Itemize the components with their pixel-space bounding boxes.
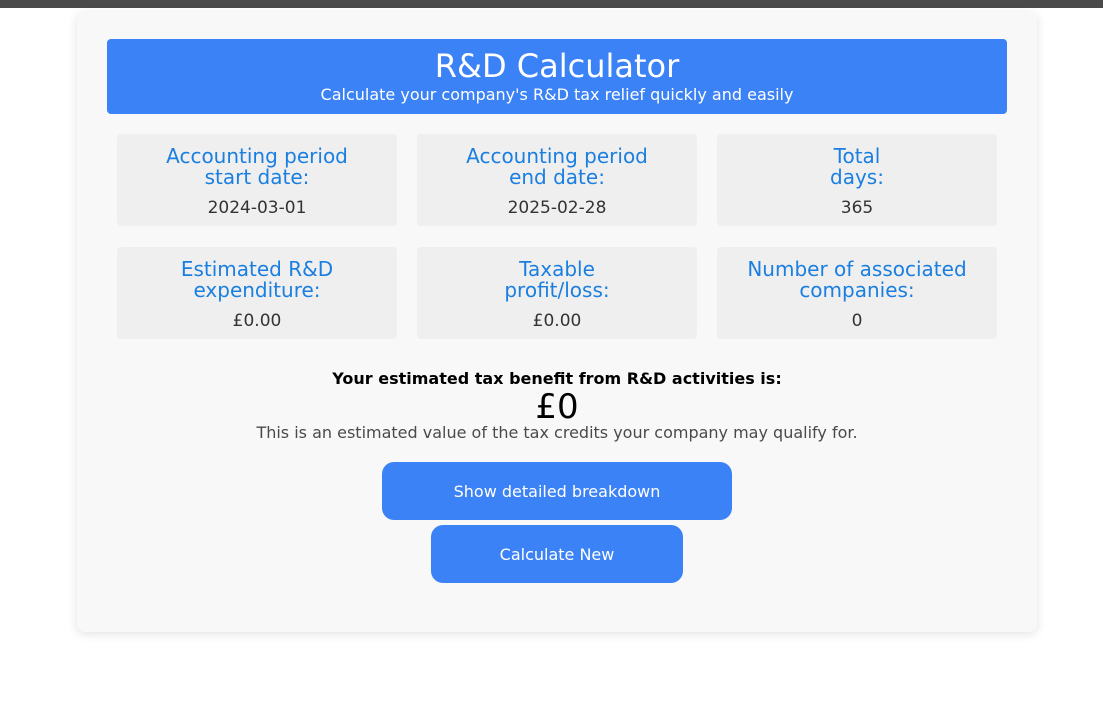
associated-companies-label: Number of associated companies:	[747, 257, 967, 302]
result-heading: Your estimated tax benefit from R&D acti…	[332, 369, 782, 388]
total-days-box: Total days: 365	[717, 134, 997, 226]
page-subtitle: Calculate your company's R&D tax relief …	[320, 85, 794, 104]
calculator-header: R&D Calculator Calculate your company's …	[107, 39, 1007, 114]
calculator-card: R&D Calculator Calculate your company's …	[77, 12, 1037, 632]
browser-top-strip	[0, 0, 1103, 8]
total-days-value: 365	[840, 198, 874, 218]
rd-expenditure-value: £0.00	[232, 311, 282, 331]
associated-companies-value: 0	[851, 311, 863, 331]
result-note: This is an estimated value of the tax cr…	[256, 423, 858, 442]
taxable-profit-box: Taxable profit/loss: £0.00	[417, 247, 697, 339]
taxable-profit-value: £0.00	[532, 311, 582, 331]
calculate-new-button[interactable]: Calculate New	[431, 525, 683, 583]
start-date-box: Accounting period start date: 2024-03-01	[117, 134, 397, 226]
start-date-label: Accounting period start date:	[166, 144, 348, 189]
end-date-value: 2025-02-28	[507, 198, 607, 218]
rd-expenditure-box: Estimated R&D expenditure: £0.00	[117, 247, 397, 339]
start-date-value: 2024-03-01	[207, 198, 307, 218]
tax-benefit-amount: £0	[535, 387, 579, 427]
total-days-label: Total days:	[830, 144, 884, 189]
rd-expenditure-label: Estimated R&D expenditure:	[180, 257, 334, 302]
show-breakdown-button[interactable]: Show detailed breakdown	[382, 462, 732, 520]
taxable-profit-label: Taxable profit/loss:	[504, 257, 610, 302]
page-title: R&D Calculator	[434, 47, 680, 85]
end-date-box: Accounting period end date: 2025-02-28	[417, 134, 697, 226]
end-date-label: Accounting period end date:	[466, 144, 648, 189]
associated-companies-box: Number of associated companies: 0	[717, 247, 997, 339]
